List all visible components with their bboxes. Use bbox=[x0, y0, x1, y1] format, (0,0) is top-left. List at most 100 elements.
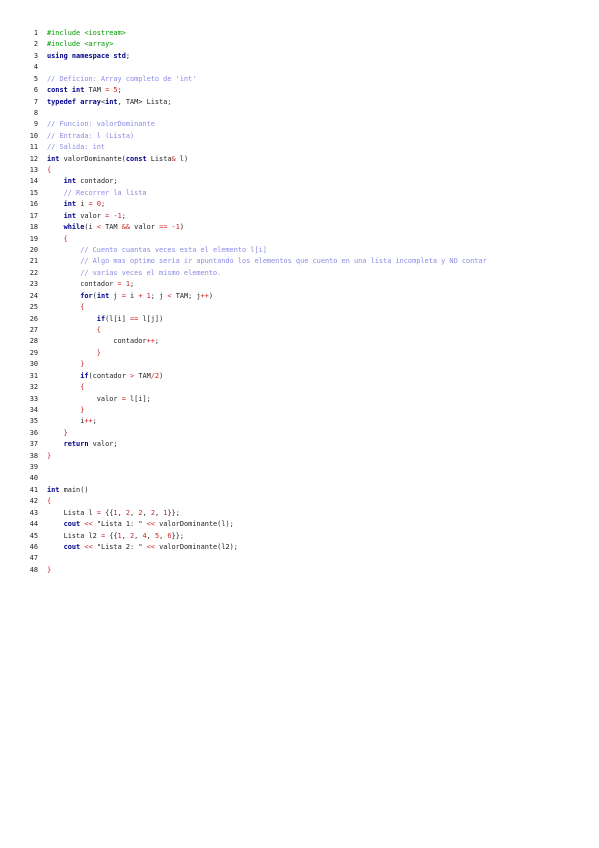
code-line: 42 { bbox=[22, 496, 582, 507]
code-token: TAM bbox=[84, 86, 106, 95]
code-line: 17 int valor = -1; bbox=[22, 211, 582, 222]
code-token: } bbox=[96, 348, 101, 357]
line-text: // Deficion: Array completo de 'int' bbox=[38, 74, 196, 85]
line-number: 3 bbox=[33, 51, 38, 60]
line-text: using namespace std; bbox=[38, 51, 130, 62]
code-token: cout bbox=[63, 520, 81, 529]
line-number: 36 bbox=[29, 428, 38, 437]
line-number: 43 bbox=[29, 508, 38, 517]
code-token: const bbox=[47, 86, 68, 95]
code-token: cout bbox=[63, 542, 81, 551]
code-token: array bbox=[80, 97, 101, 106]
code-token: ) bbox=[159, 371, 164, 380]
code-token: ; bbox=[130, 280, 135, 289]
code-line: 28 contador++; bbox=[22, 336, 582, 347]
code-token: contador bbox=[47, 337, 147, 346]
code-token: Lista l bbox=[47, 508, 97, 517]
code-line: 18 while(i < TAM && valor == -1) bbox=[22, 222, 582, 233]
code-token: } bbox=[63, 428, 68, 437]
code-token: TAM; j bbox=[171, 291, 201, 300]
line-number: 7 bbox=[33, 97, 38, 106]
line-number: 9 bbox=[33, 120, 38, 129]
line-number: 46 bbox=[29, 542, 38, 551]
code-token: // Deficion: Array completo de 'int' bbox=[47, 74, 197, 83]
code-token: valor bbox=[76, 211, 106, 220]
code-token: int bbox=[96, 291, 110, 300]
code-token: l[i]; bbox=[125, 394, 151, 403]
code-token: l) bbox=[175, 154, 189, 163]
code-line: 39 bbox=[22, 462, 582, 473]
code-listing: 1 #include <iostream> 2 #include <array> 3 us… bbox=[22, 28, 582, 576]
code-token: const bbox=[125, 154, 147, 163]
line-text: int i = 0; bbox=[38, 199, 106, 210]
line-number: 31 bbox=[29, 371, 38, 380]
code-page: 1 #include <iostream> 2 #include <array> 3 us… bbox=[0, 0, 599, 848]
code-token: { bbox=[47, 166, 52, 175]
line-number: 18 bbox=[29, 223, 38, 232]
code-token: i bbox=[125, 291, 139, 300]
line-number: 28 bbox=[29, 337, 38, 346]
line-text: int valor = -1; bbox=[38, 211, 126, 222]
code-line: 45 Lista l2 = {{1, 2, 4, 5, 6}}; bbox=[22, 531, 582, 542]
line-text: if(l[i] == l[j]) bbox=[38, 314, 163, 325]
line-number: 37 bbox=[29, 440, 38, 449]
code-token: valorDominante( bbox=[59, 154, 126, 163]
code-token: // Entrada: l (Lista) bbox=[47, 131, 135, 140]
code-line: 46 cout << "Lista 2: " << valorDominante… bbox=[22, 542, 582, 553]
code-token: ; bbox=[117, 86, 122, 95]
code-token: int bbox=[63, 177, 77, 186]
code-token: -1 bbox=[171, 223, 180, 232]
code-token: main() bbox=[59, 485, 89, 494]
line-number: 27 bbox=[29, 325, 38, 334]
code-token: int bbox=[47, 485, 60, 494]
line-text: } bbox=[38, 359, 84, 370]
line-text: int contador; bbox=[38, 176, 118, 187]
line-text bbox=[38, 62, 47, 73]
line-number: 12 bbox=[29, 154, 38, 163]
code-line: 20 // Cuento cuantas veces esta el eleme… bbox=[22, 245, 582, 256]
line-number: 23 bbox=[29, 280, 38, 289]
code-line: 32 { bbox=[22, 382, 582, 393]
line-text: contador = 1; bbox=[38, 279, 134, 290]
line-text: valor = l[i]; bbox=[38, 394, 151, 405]
code-line: 19 { bbox=[22, 234, 582, 245]
code-token: }}; bbox=[167, 508, 180, 517]
code-token: while bbox=[63, 223, 85, 232]
code-line: 38} bbox=[22, 451, 582, 462]
code-token: << bbox=[146, 520, 155, 529]
code-token: ; bbox=[154, 337, 160, 346]
line-number: 39 bbox=[29, 463, 38, 472]
code-token: << bbox=[84, 520, 93, 529]
code-line: 22 // varias veces el mismo elemento. bbox=[22, 268, 582, 279]
code-token: // Cuento cuantas veces esta el elemento… bbox=[80, 246, 267, 255]
code-token: , TAM> Lista; bbox=[117, 97, 172, 106]
code-token: #include <array> bbox=[47, 40, 114, 49]
code-line: 7 typedef array<int, TAM> Lista; bbox=[22, 97, 582, 108]
line-number: 25 bbox=[29, 303, 38, 312]
code-line: 48} bbox=[22, 565, 582, 576]
line-text: int valorDominante(const Lista& l) bbox=[38, 154, 188, 165]
code-token: typedef bbox=[47, 97, 77, 106]
code-token: && bbox=[121, 223, 131, 232]
code-token: valor; bbox=[88, 440, 118, 449]
code-token: -1 bbox=[113, 211, 122, 220]
code-token: // Algo mas optimo seria ir apuntando lo… bbox=[80, 257, 487, 266]
code-token: << bbox=[84, 542, 93, 551]
code-line: 23 contador = 1; bbox=[22, 279, 582, 290]
code-token: contador bbox=[47, 280, 118, 289]
code-token: int bbox=[47, 154, 60, 163]
code-line: 24 for(int j = i + 1; j < TAM; j++) bbox=[22, 291, 582, 302]
line-number: 21 bbox=[29, 257, 38, 266]
code-token: (i bbox=[84, 223, 97, 232]
code-line: 12 int valorDominante(const Lista& l) bbox=[22, 154, 582, 165]
code-line: 29 } bbox=[22, 348, 582, 359]
code-token: ++ bbox=[84, 417, 93, 426]
code-token: if bbox=[80, 371, 89, 380]
code-token: return bbox=[63, 440, 89, 449]
code-line: 6 const int TAM = 5; bbox=[22, 85, 582, 96]
line-text: Lista l2 = {{1, 2, 4, 5, 6}}; bbox=[38, 531, 184, 542]
